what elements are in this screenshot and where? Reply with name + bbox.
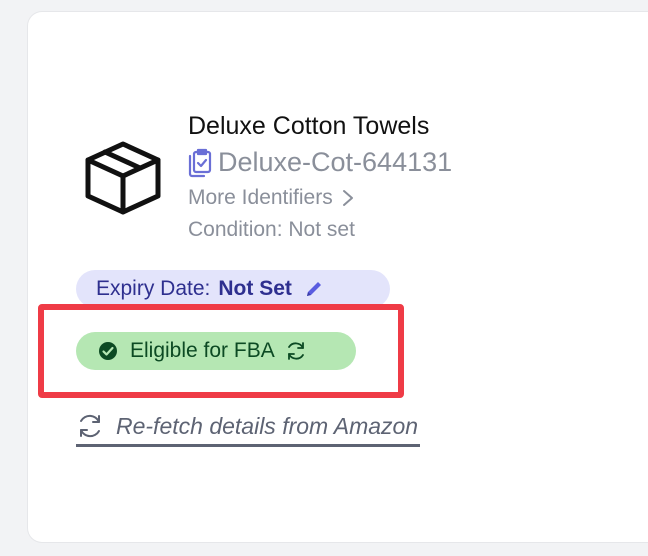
refresh-icon[interactable] — [285, 340, 307, 362]
fba-label: Eligible for FBA — [130, 339, 275, 362]
expiry-label: Expiry Date: — [96, 277, 211, 300]
refetch-label: Re-fetch details from Amazon — [116, 412, 419, 439]
product-title: Deluxe Cotton Towels — [188, 112, 430, 140]
more-identifiers-label: More Identifiers — [188, 186, 333, 209]
fba-eligibility-badge[interactable]: Eligible for FBA — [76, 332, 356, 370]
box-icon — [85, 141, 161, 215]
sku-text: Deluxe-Cot-644131 — [218, 147, 453, 177]
clipboard-check-icon[interactable] — [188, 148, 214, 178]
sku-row: Deluxe-Cot-644131 — [188, 147, 452, 178]
expiry-date-pill[interactable]: Expiry Date: Not Set — [76, 270, 390, 308]
refetch-amazon-link[interactable]: Re-fetch details from Amazon — [76, 408, 421, 447]
pencil-icon[interactable] — [304, 279, 324, 299]
condition-text: Condition: Not set — [188, 218, 355, 241]
check-circle-icon — [99, 342, 117, 360]
chevron-right-icon — [342, 190, 353, 206]
expiry-value: Not Set — [218, 277, 292, 300]
more-identifiers-link[interactable]: More Identifiers — [188, 186, 355, 210]
refresh-icon — [80, 414, 100, 438]
